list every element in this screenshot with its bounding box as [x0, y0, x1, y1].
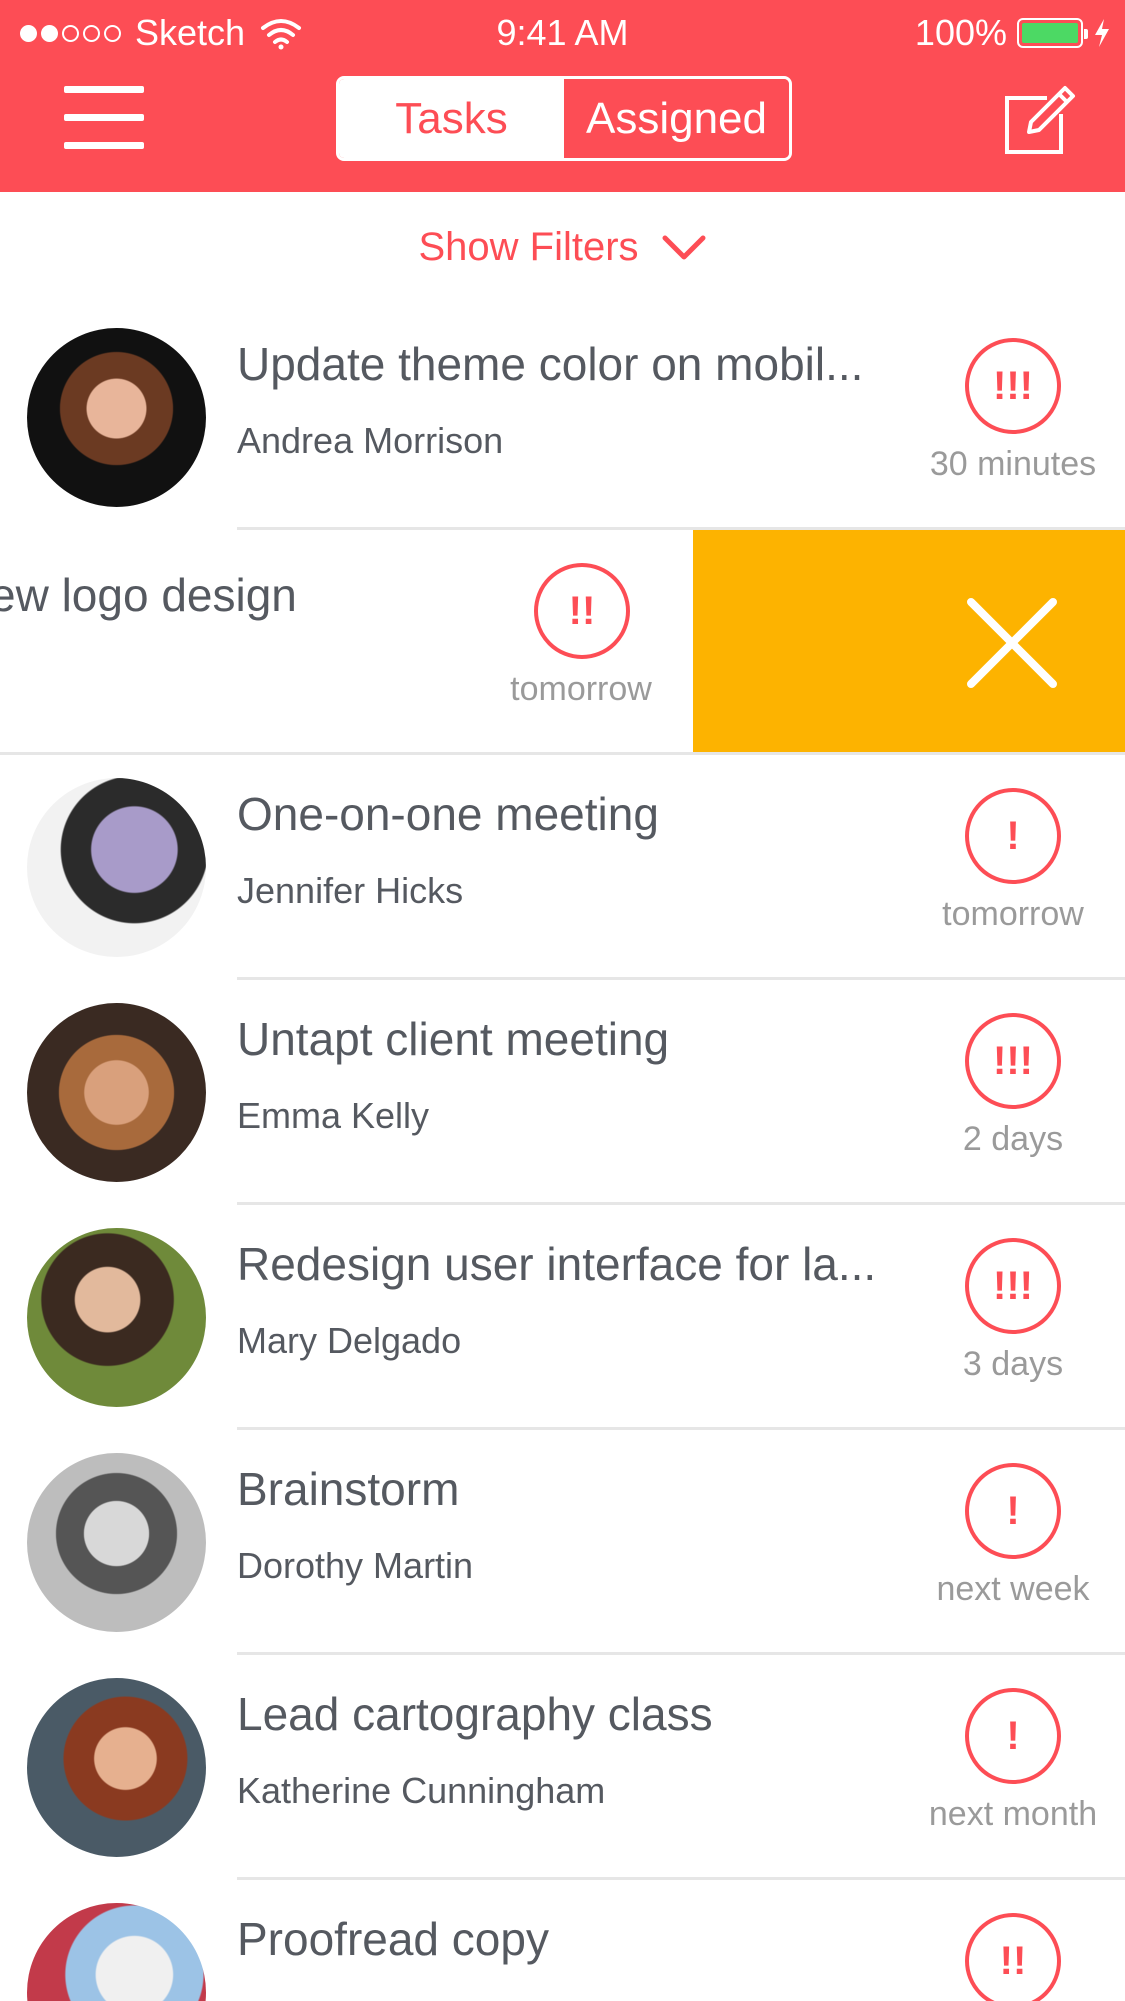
chevron-down-icon: [662, 235, 706, 260]
show-filters-label: Show Filters: [418, 224, 639, 269]
priority-badge[interactable]: !!!: [965, 1238, 1061, 1334]
task-due: 2 days: [962, 1120, 1064, 1158]
avatar: [27, 1228, 206, 1407]
delete-action-button[interactable]: [693, 530, 1125, 752]
avatar: [27, 1678, 206, 1857]
priority-badge[interactable]: !: [965, 1463, 1061, 1559]
task-row[interactable]: Brainstorm Dorothy Martin ! next week: [0, 1430, 1125, 1655]
task-title: Brainstorm: [237, 1463, 460, 1515]
app-header: Sketch 9:41 AM 100% Tasks Assigned: [0, 0, 1125, 192]
task-title: Lead cartography class: [237, 1688, 713, 1740]
task-assignee: Dorothy Martin: [237, 1545, 474, 1586]
priority-badge[interactable]: !!: [534, 563, 630, 659]
priority-badge[interactable]: !!!: [965, 338, 1061, 434]
task-title: Redesign user interface for la...: [237, 1238, 877, 1290]
menu-line: [64, 142, 144, 149]
task-title: Proofread copy: [237, 1913, 549, 1965]
avatar: [27, 1453, 206, 1632]
task-due: tomorrow: [510, 670, 652, 708]
menu-line: [64, 114, 144, 121]
task-assignee: Jennifer Hicks: [237, 870, 464, 911]
task-row-swiped[interactable]: ew logo design !! tomorrow: [0, 530, 1125, 755]
priority-badge[interactable]: !!: [965, 1913, 1061, 2001]
priority-badge[interactable]: !!!: [965, 1013, 1061, 1109]
task-row[interactable]: Proofread copy !!: [0, 1880, 1125, 2001]
hamburger-menu-icon[interactable]: [64, 86, 144, 152]
menu-line: [64, 86, 144, 93]
task-title: One-on-one meeting: [237, 788, 659, 840]
battery-icon: [1017, 18, 1088, 48]
task-row[interactable]: One-on-one meeting Jennifer Hicks ! tomo…: [0, 755, 1125, 980]
avatar: [27, 1903, 206, 2001]
task-row[interactable]: Lead cartography class Katherine Cunning…: [0, 1655, 1125, 1880]
battery-fill: [1022, 23, 1078, 43]
task-assignee: Katherine Cunningham: [237, 1770, 606, 1811]
task-due: tomorrow: [942, 895, 1084, 933]
status-right: 100%: [915, 12, 1111, 54]
task-assignee: Emma Kelly: [237, 1095, 430, 1136]
battery-percent: 100%: [914, 12, 1007, 53]
task-title: Update theme color on mobil...: [237, 338, 864, 390]
avatar: [27, 1003, 206, 1182]
charging-bolt-icon: [1095, 19, 1109, 47]
task-row[interactable]: Update theme color on mobil... Andrea Mo…: [0, 305, 1125, 530]
task-row[interactable]: Redesign user interface for la... Mary D…: [0, 1205, 1125, 1430]
task-assignee: Mary Delgado: [237, 1320, 462, 1361]
task-title: Untapt client meeting: [237, 1013, 670, 1065]
task-due: 3 days: [962, 1345, 1064, 1383]
task-due: next week: [936, 1570, 1090, 1608]
priority-badge[interactable]: !: [965, 1688, 1061, 1784]
status-bar: Sketch 9:41 AM 100%: [0, 0, 1125, 66]
avatar: [27, 328, 206, 507]
task-due: 30 minutes: [929, 445, 1097, 483]
tasks-assigned-toggle: Tasks Assigned: [336, 76, 792, 161]
task-row[interactable]: Untapt client meeting Emma Kelly !!! 2 d…: [0, 980, 1125, 1205]
tab-assigned[interactable]: Assigned: [564, 79, 789, 158]
close-icon: [967, 598, 1057, 688]
compose-edit-icon[interactable]: [1003, 82, 1079, 158]
show-filters-button[interactable]: Show Filters: [0, 192, 1125, 302]
task-title: ew logo design: [0, 569, 297, 621]
task-assignee: Andrea Morrison: [237, 420, 504, 461]
tab-tasks[interactable]: Tasks: [339, 79, 564, 158]
avatar: [27, 778, 206, 957]
task-due: next month: [928, 1795, 1098, 1833]
priority-badge[interactable]: !: [965, 788, 1061, 884]
